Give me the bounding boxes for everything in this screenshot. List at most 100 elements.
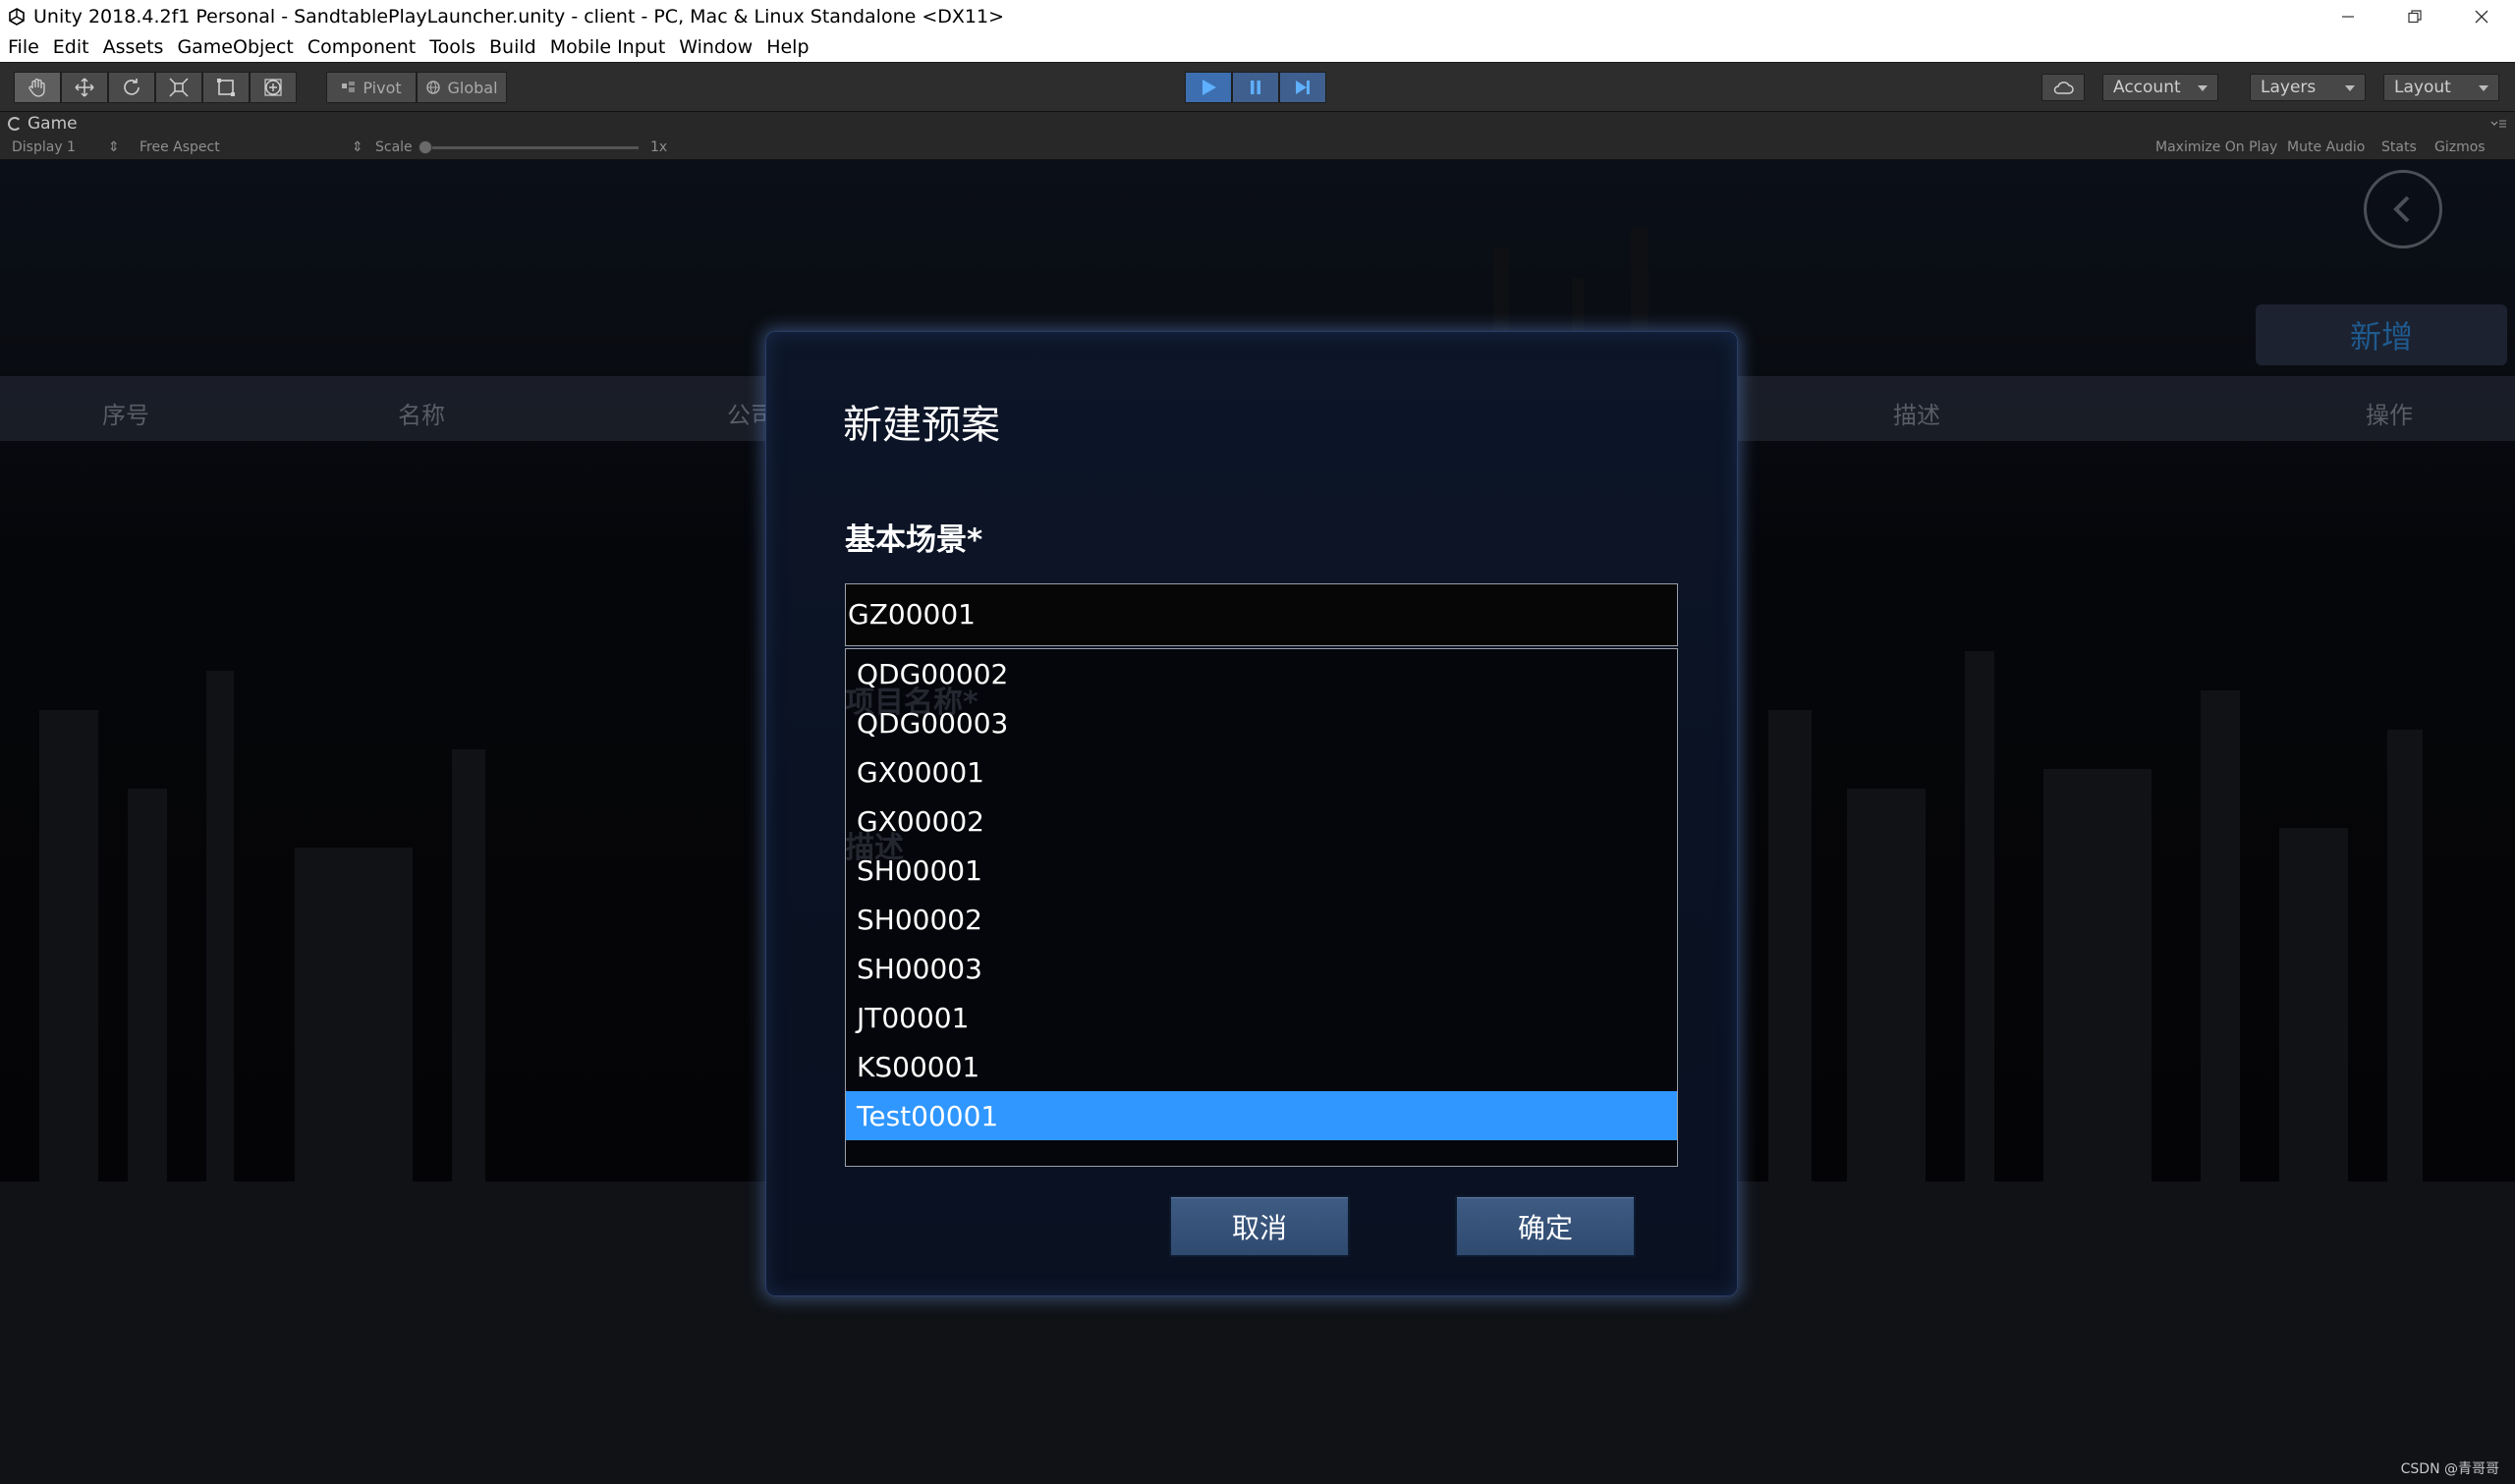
hand-icon <box>28 78 45 97</box>
rotate-tool-button[interactable] <box>108 72 155 103</box>
aspect-select-arrow: ⇕ <box>352 139 363 155</box>
menu-bar: File Edit Assets GameObject Component To… <box>0 32 2515 62</box>
game-tab-bar: Game <box>0 111 2515 135</box>
move-icon <box>75 78 94 97</box>
project-name-label-ghost: 项目名称* <box>845 686 978 720</box>
menu-edit[interactable]: Edit <box>53 36 89 58</box>
pivot-toggle[interactable]: Pivot <box>326 72 417 103</box>
mute-audio-toggle[interactable]: Mute Audio <box>2287 139 2365 155</box>
add-button[interactable]: 新增 <box>2256 304 2507 365</box>
menu-help[interactable]: Help <box>766 36 809 58</box>
display-select[interactable]: Display 1 <box>12 139 76 155</box>
new-plan-dialog: 新建预案 基本场景* GZ00001 QDG00002 QDG00003 GX0… <box>765 331 1738 1296</box>
rect-tool-button[interactable] <box>202 72 250 103</box>
dropdown-option-highlighted[interactable]: Test00001 <box>846 1091 1677 1140</box>
game-view-icon <box>8 117 22 131</box>
game-tab-label: Game <box>28 114 78 134</box>
dropdown-option[interactable]: JT00001 <box>846 993 1677 1042</box>
transform-icon <box>264 79 282 96</box>
scene-dropdown-list[interactable]: QDG00002 QDG00003 GX00001 GX00002 SH0000… <box>845 648 1678 1167</box>
description-label-ghost: 描述 <box>845 831 904 865</box>
layout-label: Layout <box>2394 78 2451 97</box>
game-tab[interactable]: Game <box>8 112 78 136</box>
back-button[interactable] <box>2364 170 2442 248</box>
close-button[interactable] <box>2448 0 2515 32</box>
chevron-down-icon <box>2479 85 2488 91</box>
column-header-index: 序号 <box>102 402 149 429</box>
menu-build[interactable]: Build <box>489 36 536 58</box>
menu-file[interactable]: File <box>8 36 39 58</box>
menu-gameobject[interactable]: GameObject <box>177 36 293 58</box>
minimize-icon <box>2342 15 2354 18</box>
rect-tool-icon <box>217 79 235 96</box>
pause-button[interactable] <box>1232 72 1279 103</box>
close-icon <box>2475 10 2488 23</box>
scale-label: Scale <box>375 139 413 155</box>
scene-dropdown[interactable]: GZ00001 <box>845 583 1678 646</box>
dropdown-option[interactable]: SH00001 <box>846 846 1677 895</box>
scale-tool-button[interactable] <box>155 72 202 103</box>
move-tool-button[interactable] <box>61 72 108 103</box>
layers-dropdown[interactable]: Layers <box>2250 74 2366 101</box>
tab-menu-icon[interactable] <box>2489 117 2507 131</box>
window-title: Unity 2018.4.2f1 Personal - SandtablePla… <box>33 5 1004 27</box>
global-label: Global <box>447 78 498 97</box>
menu-mobile-input[interactable]: Mobile Input <box>550 36 666 58</box>
hand-tool-button[interactable] <box>14 72 61 103</box>
minimize-button[interactable] <box>2315 0 2381 32</box>
dropdown-option[interactable]: SH00003 <box>846 944 1677 993</box>
menu-tools[interactable]: Tools <box>429 36 475 58</box>
confirm-button[interactable]: 确定 <box>1455 1195 1636 1257</box>
scale-slider-track[interactable] <box>422 146 639 149</box>
chevron-left-icon <box>2393 195 2410 223</box>
rotate-icon <box>124 79 140 95</box>
stats-toggle[interactable]: Stats <box>2381 139 2417 155</box>
display-select-arrow: ⇕ <box>108 139 120 155</box>
pivot-toggles: Pivot Global <box>326 72 507 103</box>
account-dropdown[interactable]: Account <box>2102 74 2218 101</box>
play-icon <box>1202 80 1216 95</box>
play-button[interactable] <box>1185 72 1232 103</box>
restore-icon <box>2408 9 2422 23</box>
restore-button[interactable] <box>2381 0 2448 32</box>
cancel-button[interactable]: 取消 <box>1169 1195 1350 1257</box>
pause-icon <box>1251 81 1260 94</box>
menu-window[interactable]: Window <box>679 36 753 58</box>
transform-tools <box>14 72 297 103</box>
unity-logo-icon <box>6 6 28 27</box>
globe-icon <box>426 81 441 94</box>
watermark: CSDN @青哥哥 <box>2400 1461 2499 1477</box>
scale-value: 1x <box>650 139 668 155</box>
column-header-name: 名称 <box>398 402 445 429</box>
global-toggle[interactable]: Global <box>417 72 507 103</box>
editor-toolbar: Pivot Global Account Layers Layout <box>0 62 2515 111</box>
dropdown-option[interactable]: KS00001 <box>846 1042 1677 1091</box>
cloud-button[interactable] <box>2041 74 2085 101</box>
chevron-down-icon <box>2345 85 2355 91</box>
gizmos-toggle[interactable]: Gizmos <box>2434 139 2486 155</box>
chevron-down-icon <box>2198 85 2208 91</box>
game-view-options: Display 1 ⇕ Free Aspect ⇕ Scale 1x Maxim… <box>0 135 2515 160</box>
menu-assets[interactable]: Assets <box>103 36 164 58</box>
scale-slider-thumb[interactable] <box>419 140 432 154</box>
layout-dropdown[interactable]: Layout <box>2383 74 2499 101</box>
pivot-icon <box>342 82 356 92</box>
dropdown-option[interactable]: SH00002 <box>846 895 1677 944</box>
column-header-description: 描述 <box>1893 402 1940 429</box>
scale-icon <box>169 78 189 97</box>
window-titlebar: Unity 2018.4.2f1 Personal - SandtablePla… <box>0 0 2515 32</box>
transform-tool-button[interactable] <box>250 72 297 103</box>
layers-label: Layers <box>2261 78 2317 97</box>
account-label: Account <box>2113 78 2181 97</box>
menu-component[interactable]: Component <box>307 36 416 58</box>
step-icon <box>1296 81 1310 94</box>
dropdown-option[interactable]: GX00001 <box>846 747 1677 797</box>
dialog-title: 新建预案 <box>843 403 1000 448</box>
playmode-controls <box>1185 72 1326 103</box>
step-button[interactable] <box>1279 72 1326 103</box>
maximize-on-play-toggle[interactable]: Maximize On Play <box>2155 139 2277 155</box>
aspect-select[interactable]: Free Aspect <box>140 139 220 155</box>
pivot-label: Pivot <box>363 78 402 97</box>
scene-dropdown-value: GZ00001 <box>848 598 976 631</box>
dropdown-option[interactable]: GX00002 <box>846 797 1677 846</box>
